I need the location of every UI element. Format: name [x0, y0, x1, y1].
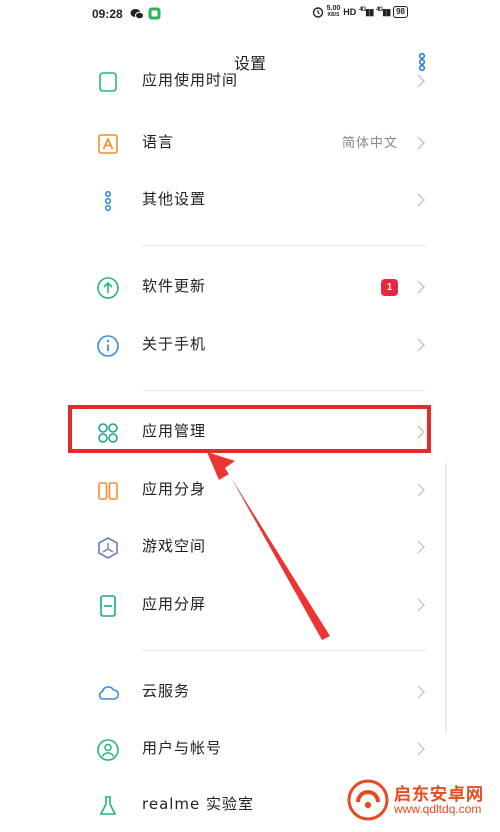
annotation-arrow	[207, 452, 330, 640]
watermark-logo	[347, 779, 389, 821]
watermark-url: www.qdltdq.com	[394, 802, 482, 816]
site-watermark: 启东安卓网 www.qdltdq.com	[346, 778, 496, 822]
